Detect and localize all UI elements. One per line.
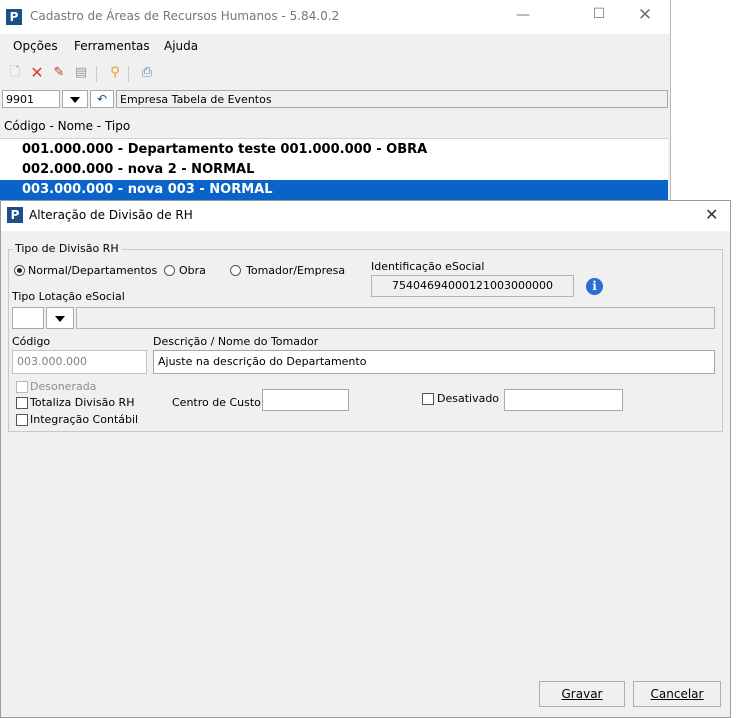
app-logo-icon: P — [7, 207, 23, 223]
gravar-button[interactable]: Gravar — [539, 681, 625, 707]
chevron-down-icon — [70, 97, 80, 103]
list-header: Código - Nome - Tipo — [0, 114, 668, 139]
totaliza-label[interactable]: Totaliza Divisão RH — [30, 396, 134, 409]
desonerada-label: Desonerada — [30, 380, 97, 393]
dialog-title: Alteração de Divisão de RH — [29, 208, 193, 222]
list-item-selected[interactable]: 003.000.000 - nova 003 - NORMAL — [0, 180, 668, 200]
menu-opcoes[interactable]: Opções — [13, 39, 58, 53]
radio-tomador[interactable] — [230, 265, 241, 276]
undo-icon[interactable]: ↶ — [90, 90, 114, 108]
desonerada-checkbox — [16, 381, 28, 393]
menu-ajuda[interactable]: Ajuda — [164, 39, 198, 53]
main-title-bar: P Cadastro de Áreas de Recursos Humanos … — [0, 0, 670, 34]
cancelar-button[interactable]: Cancelar — [633, 681, 721, 707]
esocial-id-field: 75404694000121003000000 — [371, 275, 574, 297]
company-name-field: Empresa Tabela de Eventos — [116, 90, 668, 108]
dialog-title-bar: P Alteração de Divisão de RH ✕ — [1, 201, 730, 231]
company-dropdown-button[interactable] — [62, 90, 88, 108]
edit-dialog: P Alteração de Divisão de RH ✕ Tipo de D… — [0, 200, 731, 718]
radio-obra-label[interactable]: Obra — [179, 264, 206, 277]
esocial-label: Identificação eSocial — [371, 260, 485, 273]
radio-normal-label[interactable]: Normal/Departamentos — [28, 264, 157, 277]
desativado-label[interactable]: Desativado — [437, 392, 499, 405]
codigo-label: Código — [12, 335, 51, 348]
codigo-field: 003.000.000 — [12, 350, 147, 374]
descricao-label: Descrição / Nome do Tomador — [153, 335, 319, 348]
tipo-lotacao-label: Tipo Lotação eSocial — [12, 290, 125, 303]
main-window-title: Cadastro de Áreas de Recursos Humanos - … — [30, 9, 340, 23]
list-header-label: Código - Nome - Tipo — [4, 119, 131, 133]
print-icon[interactable]: ⎙ — [138, 64, 156, 82]
radio-tomador-label[interactable]: Tomador/Empresa — [246, 264, 345, 277]
list-item[interactable]: 001.000.000 - Departamento teste 001.000… — [0, 140, 668, 160]
chevron-down-icon — [55, 316, 65, 322]
tipo-lotacao-dropdown-button[interactable] — [46, 307, 74, 329]
centro-custo-field[interactable] — [262, 389, 349, 411]
integracao-checkbox[interactable] — [16, 414, 28, 426]
minimize-icon[interactable]: — — [508, 7, 538, 23]
delete-icon[interactable]: ✕ — [28, 64, 46, 82]
company-code-field[interactable]: 9901 — [2, 90, 60, 108]
totaliza-checkbox[interactable] — [16, 397, 28, 409]
info-icon[interactable]: i — [586, 278, 603, 295]
areas-list: 001.000.000 - Departamento teste 001.000… — [0, 139, 668, 200]
tipo-lotacao-code-field[interactable] — [12, 307, 44, 329]
close-icon[interactable]: ✕ — [630, 5, 660, 25]
desativado-checkbox[interactable] — [422, 393, 434, 405]
toolbar-separator — [128, 66, 129, 82]
integracao-label[interactable]: Integração Contábil — [30, 413, 138, 426]
edit-pencil-icon[interactable]: ✎ — [50, 64, 68, 82]
report-icon[interactable]: ▤ — [72, 64, 90, 82]
menu-ferramentas[interactable]: Ferramentas — [74, 39, 150, 53]
centro-custo-label: Centro de Custo — [172, 396, 261, 409]
descricao-field[interactable]: Ajuste na descrição do Departamento — [153, 350, 715, 374]
gravar-button-label: Gravar — [561, 687, 603, 701]
app-logo-icon: P — [6, 9, 22, 25]
main-window: P Cadastro de Áreas de Recursos Humanos … — [0, 0, 671, 200]
group-label: Tipo de Divisão RH — [13, 242, 122, 255]
radio-obra[interactable] — [164, 265, 175, 276]
cancelar-button-label: Cancelar — [650, 687, 704, 701]
tipo-lotacao-desc-field — [76, 307, 715, 329]
close-icon[interactable]: ✕ — [705, 205, 718, 224]
list-item[interactable]: 002.000.000 - nova 2 - NORMAL — [0, 160, 668, 180]
radio-normal[interactable] — [14, 265, 25, 276]
toolbar-separator — [96, 66, 97, 82]
search-icon[interactable]: ⚲ — [106, 64, 124, 82]
desativado-field[interactable] — [504, 389, 623, 411]
new-document-icon[interactable]: 🗋 — [6, 64, 24, 82]
maximize-icon[interactable]: ☐ — [584, 6, 614, 22]
